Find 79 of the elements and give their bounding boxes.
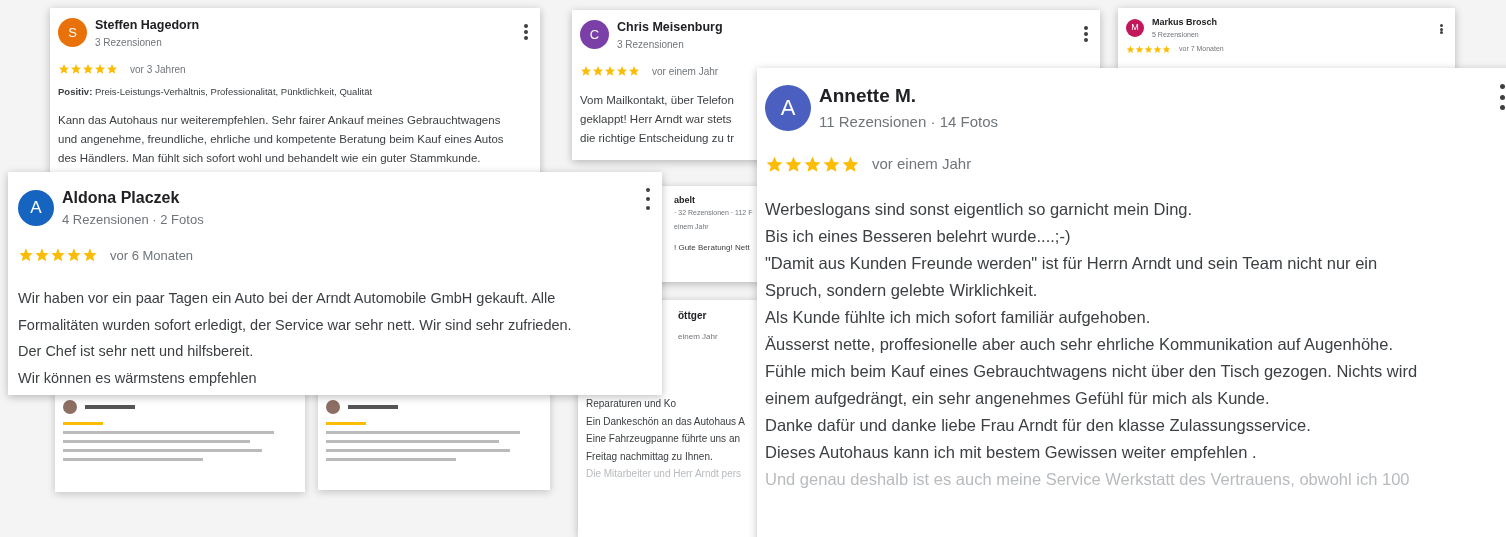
star-icon xyxy=(604,65,616,78)
star-icon xyxy=(82,63,94,76)
review-text: Ein Dankeschön an das Autohaus A xyxy=(586,414,745,429)
review-text: Wir haben vor ein paar Tagen ein Auto bei der Arndt Automobile GmbH gekauft. Alle xyxy=(18,289,556,308)
star-icon xyxy=(34,247,50,264)
review-count: 3 Rezensionen xyxy=(95,35,163,50)
review-text: "Damit aus Kunden Freunde werden" ist für Herrn Arndt und sein Team nicht nur ein xyxy=(765,252,1378,274)
reviewer-name: Steffen Hagedorn xyxy=(95,17,200,34)
star-icon xyxy=(50,247,66,264)
review-text: Fühle mich beim Kauf eines Gebrauchtwagens nicht über den Tisch gezogen. Nichts wird xyxy=(765,360,1418,382)
review-text: Kann das Autohaus nur weiterempfehlen. Sehr fairer Ankauf meines Gebrauchtwagens xyxy=(58,113,501,128)
reviewer-name: Markus Brosch xyxy=(1152,16,1218,29)
star-icon xyxy=(1153,44,1162,54)
review-text: einem aufgedrängt, ein sehr angenehmes Gefühl für mich als Kunde. xyxy=(765,387,1270,409)
review-count: 11 Rezensionen · 14 Fotos xyxy=(819,111,998,132)
more-options-icon[interactable] xyxy=(524,24,528,40)
review-date: vor einem Jahr xyxy=(872,154,972,174)
review-text: Als Kunde fühlte ich mich sofort familiär aufgehoben. xyxy=(765,306,1151,328)
review-text: Werbeslogans sind sonst eigentlich so garnicht mein Ding. xyxy=(765,198,1193,220)
review-text: die richtige Entscheidung zu tr xyxy=(580,130,735,146)
review-text: Der Chef ist sehr nett und hilfsbereit. xyxy=(18,342,254,361)
review-text: Und genau deshalb ist es auch meine Service Werkstatt des Vertrauens, obwohl ich 100 xyxy=(765,468,1410,490)
star-icon xyxy=(803,154,822,174)
star-icon xyxy=(841,154,860,174)
review-text: geklappt! Herr Arndt war stets xyxy=(580,111,732,127)
review-text: Eine Fahrzeugpanne führte uns an xyxy=(586,432,740,446)
more-options-icon[interactable] xyxy=(1500,84,1505,110)
star-icon xyxy=(106,63,118,76)
review-text: Formalitäten wurden sofort erledigt, der Service war sehr nett. Wir sind sehr zufrieden. xyxy=(18,315,572,335)
review-text: Vom Mailkontakt, über Telefon xyxy=(580,92,734,108)
avatar: M xyxy=(1126,19,1144,37)
avatar: A xyxy=(765,84,811,131)
review-date: vor 3 Jahren xyxy=(130,62,186,77)
star-icon xyxy=(1135,44,1144,54)
star-icon xyxy=(66,247,82,264)
review-text: Spruch, sondern gelebte Wirklichkeit. xyxy=(765,279,1038,301)
star-icon xyxy=(1162,44,1171,54)
star-icon xyxy=(58,63,70,76)
review-highlights: Positiv: Preis-Leistungs-Verhältnis, Professionalität, Pünktlichkeit, Qualität xyxy=(58,84,374,99)
review-date: vor einem Jahr xyxy=(652,64,719,79)
reviewer-name: öttger xyxy=(678,309,707,323)
star-icon xyxy=(82,247,98,264)
more-options-icon[interactable] xyxy=(1440,24,1443,34)
more-options-icon[interactable] xyxy=(1084,26,1088,42)
star-icon xyxy=(94,63,106,76)
star-icon xyxy=(1126,44,1135,54)
star-icon xyxy=(628,65,640,78)
review-text: Äusserst nette, proffesionelle aber auch sehr ehrliche Kommunikation auf Augenhöhe. xyxy=(765,333,1393,355)
review-count: 4 Rezensionen · 2 Fotos xyxy=(62,211,204,229)
star-icon xyxy=(616,65,628,78)
review-date: vor 6 Monaten xyxy=(110,246,194,265)
avatar: C xyxy=(580,20,609,50)
review-text: Freitag nachmittag zu Ihnen. xyxy=(586,449,713,464)
review-text: Danke dafür und danke liebe Frau Arndt für den klasse Zulassungsservice. xyxy=(765,414,1311,436)
reviewer-name: Aldona Placzek xyxy=(62,188,181,208)
review-text: Die Mitarbeiter und Herr Arndt pers xyxy=(586,467,742,481)
star-icon xyxy=(592,65,604,78)
review-text: und angenehme, freundliche, ehrliche und kompetente Beratung beim Kauf eines Autos xyxy=(58,132,504,147)
star-icon xyxy=(822,154,841,174)
reviewer-name: Chris Meisenburg xyxy=(617,19,723,36)
reviewer-name: Annette M. xyxy=(819,84,918,108)
review-text: ! Gute Beratung! Nett xyxy=(674,241,750,254)
star-icon xyxy=(1144,44,1153,54)
more-options-icon[interactable] xyxy=(646,188,650,210)
star-icon xyxy=(784,154,803,174)
review-text: des Händlers. Man fühlt sich sofort wohl und behandelt wie ein guter Stammkunde. xyxy=(58,151,481,166)
avatar: S xyxy=(58,18,87,48)
review-text: Wir können es wärmstens empfehlen xyxy=(18,368,257,388)
review-text: Bis ich eines Besseren belehrt wurde....;-) xyxy=(765,225,1071,247)
review-date: einem Jahr xyxy=(678,331,718,343)
review-text: Dieses Autohaus kann ich mit bestem Gewissen weiter empfehlen . xyxy=(765,441,1257,463)
star-icon xyxy=(580,65,592,78)
reviewer-name: abelt xyxy=(674,194,696,207)
review-count: 3 Rezensionen xyxy=(617,37,685,52)
star-icon xyxy=(18,247,34,264)
avatar: A xyxy=(18,189,54,226)
review-text: Reparaturen und Ko xyxy=(586,397,677,411)
star-icon xyxy=(70,63,82,76)
star-icon xyxy=(765,154,784,174)
